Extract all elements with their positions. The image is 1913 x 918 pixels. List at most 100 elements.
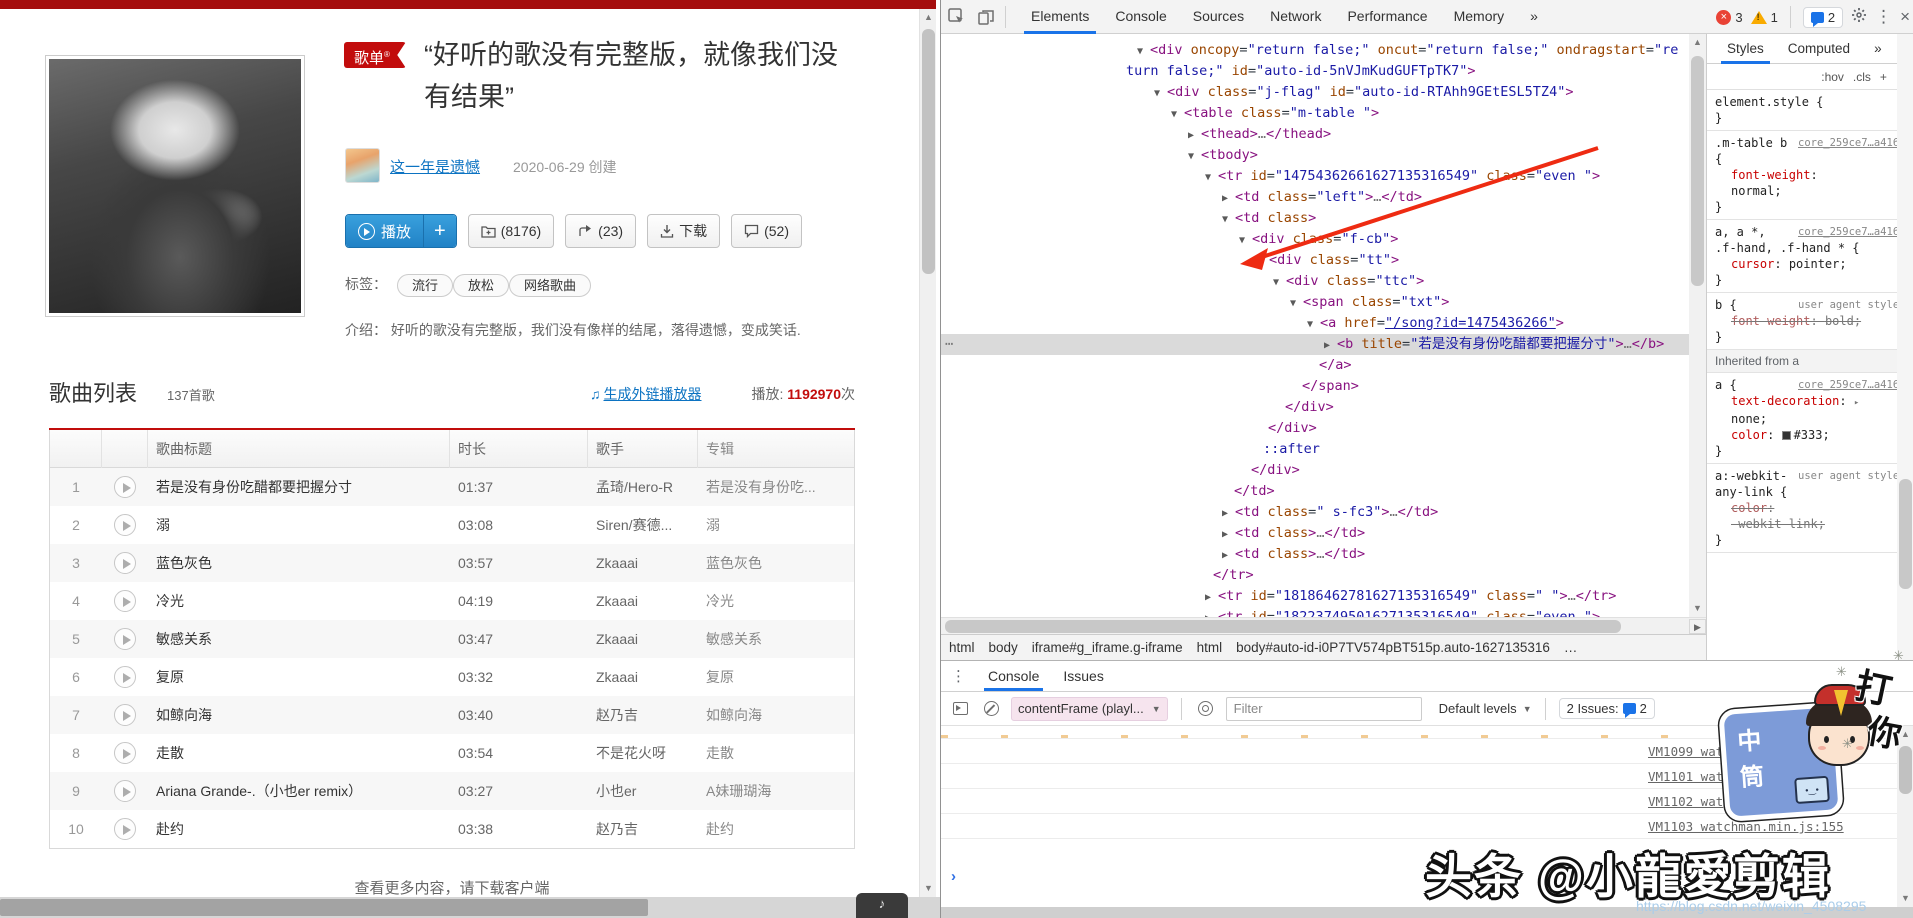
creator-name-link[interactable]: 这一年是遗憾 [390,156,480,177]
song-title-link[interactable]: 敏感关系 [148,620,450,658]
inspect-element-icon[interactable] [941,4,971,30]
stylesheet-source-link[interactable]: user agent stylesheet [1798,297,1908,313]
dom-scroll-down-arrow[interactable]: ▼ [1689,600,1706,617]
collect-button[interactable]: (8176) [468,214,554,248]
dom-node[interactable]: ▶<thead>…</thead> [941,124,1689,145]
dom-scroll-right-arrow[interactable]: ▶ [1689,619,1706,634]
dom-hscroll-thumb[interactable] [945,620,1621,633]
stylesheet-source-link[interactable]: user agent stylesheet [1798,468,1908,484]
dom-node[interactable]: </tr> [941,565,1689,586]
song-album[interactable]: 走散 [698,734,854,772]
page-vscroll-thumb[interactable] [922,29,935,274]
css-property[interactable]: color: -webkit-link; [1715,500,1908,532]
styles-toolbar-item[interactable]: .cls [1853,70,1871,84]
download-button[interactable]: 下载 [647,214,720,248]
devtools-tab-elements[interactable]: Elements [1018,0,1102,34]
dom-node[interactable]: ▼<table class="m-table "> [941,103,1689,124]
live-expression-icon[interactable] [1195,698,1217,720]
song-title-link[interactable]: 如鲸向海 [148,696,450,734]
page-vertical-scrollbar[interactable]: ▲ ▼ [919,9,936,897]
stylesheet-source-link[interactable]: core_259ce7…a416a6c9… [1798,377,1908,393]
row-play-button[interactable] [114,590,136,612]
devtools-tab-network[interactable]: Network [1257,0,1334,34]
song-album[interactable]: 冷光 [698,582,854,620]
dom-node[interactable]: ▶<td class="left">…</td> [941,187,1689,208]
execution-context-selector[interactable]: contentFrame (playl... ▼ [1011,697,1168,721]
devtools-tab-memory[interactable]: Memory [1441,0,1518,34]
dom-node[interactable]: </a> [941,355,1689,376]
dom-node[interactable]: ▼<div class="j-flag" id="auto-id-RTAhh9G… [941,82,1689,103]
dom-node[interactable]: ▼<tbody> [941,145,1689,166]
song-title-link[interactable]: 赴约 [148,810,450,848]
row-play-button[interactable] [114,780,136,802]
dom-node[interactable]: ▼<div oncopy="return false;" oncut="retu… [941,40,1689,61]
console-vertical-scrollbar[interactable]: ▲ ▼ [1897,726,1913,907]
dom-node[interactable]: ▼<div class="f-cb"> [941,229,1689,250]
dom-node[interactable]: </td> [941,481,1689,502]
song-title-link[interactable]: 走散 [148,734,450,772]
play-button[interactable]: 播放 [346,215,423,247]
dom-node[interactable]: ▶<td class>…</td> [941,523,1689,544]
issues-counter-chip[interactable]: 2 Issues:2 [1559,698,1655,719]
log-source-link[interactable]: VM1102 wat [1648,789,1723,814]
scroll-down-arrow[interactable]: ▼ [920,880,937,897]
console-prompt-chevron[interactable]: › [951,868,956,885]
stylesheet-source-link[interactable]: core_259ce7…a416a6c9… [1798,135,1908,151]
dom-node[interactable]: turn false;" id="auto-id-5nVJmKudGUFTpTK… [941,61,1689,82]
css-property[interactable]: font-weight: bold; [1715,313,1908,329]
stylesheet-source-link[interactable]: core_259ce7…a416a6c9… [1798,224,1908,240]
song-artist[interactable]: 不是花火呀 [588,734,698,772]
row-play-button[interactable] [114,742,136,764]
kebab-menu-icon[interactable]: ⋮ [1875,7,1892,27]
dom-node[interactable]: ▶<tr id="18223749501627135316549" class=… [941,607,1689,617]
styles-vertical-scrollbar[interactable] [1897,34,1913,660]
dom-node[interactable]: ▼<td class> [941,208,1689,229]
dom-node[interactable]: </div> [941,397,1689,418]
log-source-link[interactable]: VM1099 watc [1648,739,1731,764]
song-album[interactable]: A妹珊瑚海 [698,772,854,810]
dom-vscroll-thumb[interactable] [1691,56,1704,286]
dom-node[interactable]: ▼<a href="/song?id=1475436266"> [941,313,1689,334]
song-album[interactable]: 溺 [698,506,854,544]
song-artist[interactable]: Zkaaai [588,620,698,658]
song-title-link[interactable]: 冷光 [148,582,450,620]
dom-node[interactable]: ▼<span class="txt"> [941,292,1689,313]
song-title-link[interactable]: 若是没有身份吃醋都要把握分寸 [148,468,450,506]
breadcrumb-item[interactable]: html [949,640,975,655]
tag-pill[interactable]: 流行 [397,274,453,297]
row-play-button[interactable] [114,666,136,688]
song-title-link[interactable]: 复原 [148,658,450,696]
row-play-button[interactable] [114,476,136,498]
song-artist[interactable]: 赵乃吉 [588,696,698,734]
song-album[interactable]: 复原 [698,658,854,696]
dom-horizontal-scrollbar[interactable]: ▶ [941,617,1706,634]
log-source-link[interactable]: VM1101 wat [1648,764,1723,789]
breadcrumb-item[interactable]: body#auto-id-i0P7TV574pBT515p.auto-16271… [1236,640,1550,655]
warning-badge[interactable]: 1 [1751,10,1778,25]
console-vscroll-thumb[interactable] [1899,746,1912,794]
css-property[interactable]: text-decoration: ▸ none; [1715,393,1908,427]
breadcrumb-item[interactable]: iframe#g_iframe.g-iframe [1032,640,1183,655]
song-album[interactable]: 若是没有身份吃... [698,468,854,506]
outchain-player-link[interactable]: ♫生成外链播放器 [590,384,702,404]
dom-node[interactable]: ▶<td class=" s-fc3">…</td> [941,502,1689,523]
add-to-playlist-button[interactable]: + [423,215,456,247]
drawer-tab-console[interactable]: Console [976,662,1051,691]
row-play-button[interactable] [114,704,136,726]
comment-button[interactable]: (52) [731,214,802,248]
breadcrumb-item[interactable]: body [989,640,1018,655]
devtools-tab-[interactable]: » [1517,0,1551,34]
song-artist[interactable]: 小也er [588,772,698,810]
song-artist[interactable]: 孟琦/Hero-R [588,468,698,506]
dom-node[interactable]: </div> [941,460,1689,481]
styles-vscroll-thumb[interactable] [1899,479,1912,589]
song-artist[interactable]: Siren/赛德... [588,506,698,544]
tag-pill[interactable]: 网络歌曲 [509,274,591,297]
styles-tab-styles[interactable]: Styles [1717,35,1774,63]
song-album[interactable]: 如鲸向海 [698,696,854,734]
css-property[interactable]: cursor: pointer; [1715,256,1908,272]
creator-avatar[interactable] [345,148,380,183]
dom-node[interactable]: ▶<td class>…</td> [941,544,1689,565]
log-levels-dropdown[interactable]: Default levels▼ [1439,701,1532,716]
settings-gear-icon[interactable] [1851,7,1867,28]
